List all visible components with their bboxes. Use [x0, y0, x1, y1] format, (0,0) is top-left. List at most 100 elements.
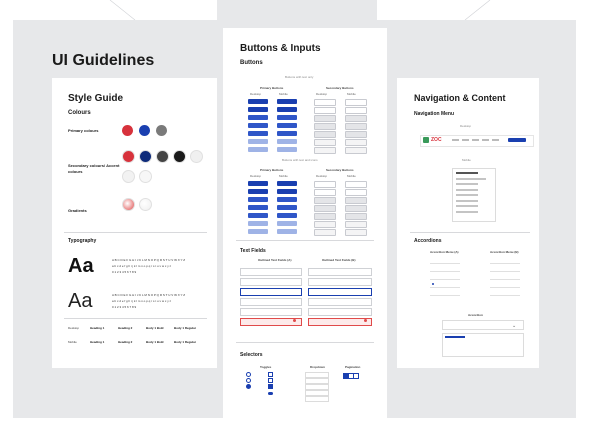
accordion-a-item[interactable]: [430, 282, 460, 288]
button[interactable]: [277, 115, 297, 120]
button-with-icon[interactable]: [345, 213, 367, 220]
button[interactable]: [277, 147, 297, 152]
dropdown-option[interactable]: [305, 396, 329, 402]
nav-link[interactable]: [492, 139, 499, 141]
button-with-icon[interactable]: [277, 205, 297, 210]
button[interactable]: [248, 139, 268, 144]
radio-button[interactable]: [246, 372, 251, 377]
button[interactable]: [314, 107, 336, 114]
button[interactable]: [277, 107, 297, 112]
button-with-icon[interactable]: [248, 181, 268, 186]
text-field-a[interactable]: [240, 298, 302, 306]
button-with-icon[interactable]: [345, 197, 367, 204]
button-with-icon[interactable]: [345, 205, 367, 212]
button-with-icon[interactable]: [314, 181, 336, 188]
button-with-icon[interactable]: [345, 221, 367, 228]
button[interactable]: [248, 147, 268, 152]
mobile-menu-item[interactable]: [456, 205, 478, 207]
checkbox[interactable]: [268, 384, 273, 389]
button[interactable]: [314, 99, 336, 106]
button-with-icon[interactable]: [248, 213, 268, 218]
button[interactable]: [277, 99, 297, 104]
accordion-b-item[interactable]: [490, 290, 520, 296]
radio-button[interactable]: [246, 378, 251, 383]
button-with-icon[interactable]: [277, 229, 297, 234]
button[interactable]: [314, 123, 336, 130]
checkbox[interactable]: [268, 378, 273, 383]
accordion-b-item[interactable]: [490, 274, 520, 280]
button[interactable]: [345, 115, 367, 122]
mobile-menu-item[interactable]: [456, 183, 478, 185]
button-with-icon[interactable]: [248, 197, 268, 202]
text-field-a[interactable]: [240, 278, 302, 286]
mobile-menu-item[interactable]: [456, 194, 478, 196]
button-with-icon[interactable]: [248, 229, 268, 234]
button[interactable]: [314, 131, 336, 138]
radio-button[interactable]: [246, 384, 251, 389]
button[interactable]: [248, 115, 268, 120]
button[interactable]: [345, 99, 367, 106]
text-field-a[interactable]: [240, 308, 302, 316]
accordion-b-item[interactable]: [490, 282, 520, 288]
button[interactable]: [277, 123, 297, 128]
button[interactable]: [277, 139, 297, 144]
mobile-menu-item[interactable]: [456, 172, 478, 174]
mobile-menu-item[interactable]: [456, 188, 478, 191]
text-field-a[interactable]: [240, 268, 302, 276]
button-with-icon[interactable]: [277, 213, 297, 218]
button-with-icon[interactable]: [314, 205, 336, 212]
button-with-icon[interactable]: [314, 221, 336, 228]
nav-cta-button[interactable]: [508, 138, 526, 142]
button[interactable]: [314, 139, 336, 146]
button-with-icon[interactable]: [345, 229, 367, 236]
text-field-b[interactable]: [308, 308, 372, 316]
button[interactable]: [345, 123, 367, 130]
text-field-b[interactable]: [308, 268, 372, 276]
button-with-icon[interactable]: [314, 229, 336, 236]
pagination-button[interactable]: [353, 373, 359, 379]
button[interactable]: [277, 131, 297, 136]
accordion-a-item[interactable]: [430, 266, 460, 272]
button-with-icon[interactable]: [314, 189, 336, 196]
button-with-icon[interactable]: [277, 181, 297, 186]
button-with-icon[interactable]: [314, 213, 336, 220]
button-with-icon[interactable]: [277, 221, 297, 226]
button-with-icon[interactable]: [277, 189, 297, 194]
text-field-b[interactable]: [308, 288, 372, 296]
button-with-icon[interactable]: [248, 221, 268, 226]
accordion-a-item[interactable]: [430, 258, 460, 264]
button-with-icon[interactable]: [345, 189, 367, 196]
button[interactable]: [248, 123, 268, 128]
button[interactable]: [345, 107, 367, 114]
button[interactable]: [345, 139, 367, 146]
button-with-icon[interactable]: [345, 181, 367, 188]
text-field-a[interactable]: [240, 288, 302, 296]
accordion-a-item[interactable]: [430, 290, 460, 296]
button[interactable]: [248, 107, 268, 112]
button-with-icon[interactable]: [248, 189, 268, 194]
button-with-icon[interactable]: [248, 205, 268, 210]
mobile-menu-item[interactable]: [456, 210, 478, 213]
button[interactable]: [248, 99, 268, 104]
mobile-menu-item[interactable]: [456, 199, 478, 202]
accordion-a-item[interactable]: [430, 274, 460, 280]
text-field-b[interactable]: [308, 298, 372, 306]
text-field-b[interactable]: [308, 318, 372, 326]
mobile-menu-item[interactable]: [456, 177, 486, 180]
checkbox[interactable]: [268, 372, 273, 377]
button[interactable]: [345, 147, 367, 154]
button[interactable]: [248, 131, 268, 136]
accordion-b-item[interactable]: [490, 266, 520, 272]
nav-link[interactable]: [452, 139, 459, 141]
button-with-icon[interactable]: [314, 197, 336, 204]
accordion-b-item[interactable]: [490, 258, 520, 264]
button-with-icon[interactable]: [277, 197, 297, 202]
nav-link[interactable]: [462, 139, 469, 141]
button[interactable]: [314, 115, 336, 122]
toggle-switch[interactable]: [268, 392, 273, 395]
button[interactable]: [314, 147, 336, 154]
nav-link[interactable]: [482, 139, 489, 141]
nav-link[interactable]: [472, 139, 479, 141]
button[interactable]: [345, 131, 367, 138]
text-field-b[interactable]: [308, 278, 372, 286]
